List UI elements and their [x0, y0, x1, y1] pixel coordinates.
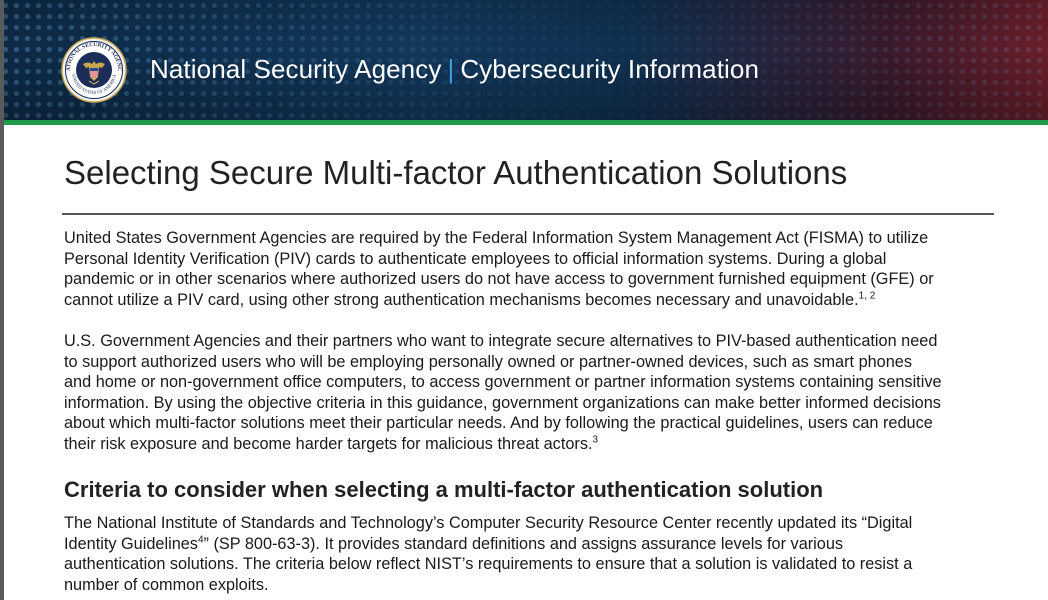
paragraph-nist: The National Institute of Standards and … — [64, 513, 999, 595]
banner-title: National Security Agency | Cybersecurity I… — [150, 54, 759, 85]
paragraph-text: ” (SP 800-63-3). It provides standard de… — [203, 534, 844, 553]
paragraph-intro: United States Government Agencies are re… — [64, 228, 999, 310]
footnote-ref: 1, 2 — [858, 290, 876, 302]
paragraph-line: about which multi-factor solutions meet … — [64, 414, 933, 433]
header-green-rule — [0, 120, 1048, 125]
title-separator: | — [447, 54, 455, 84]
paragraph-text: Identity Guidelines — [64, 534, 198, 553]
title-divider — [62, 213, 994, 215]
paragraph-line: and home or non-government office comput… — [64, 373, 942, 392]
page-title: Selecting Secure Multi-factor Authentica… — [64, 154, 848, 191]
footnote-ref: 3 — [592, 434, 599, 446]
paragraph-line: authentication solutions. The criteria b… — [64, 555, 913, 574]
agency-name: National Security Agency — [150, 54, 442, 84]
paragraph-line: The National Institute of Standards and … — [64, 514, 913, 532]
paragraph-line: United States Government Agencies are re… — [64, 229, 929, 247]
section-name: Cybersecurity Information — [460, 54, 760, 84]
paragraph-text: their risk exposure and become harder ta… — [64, 434, 593, 453]
paragraph-line: Identity Guidelines4” (SP 800-63-3). It … — [64, 534, 999, 555]
paragraph-line: to support authorized users who will be … — [64, 352, 912, 371]
paragraph-line: pandemic or in other scenarios where aut… — [64, 270, 934, 289]
nsa-seal-icon: NATIONAL SECURITY AGENCY UNITED STATES O… — [61, 37, 127, 103]
paragraph-line: information. By using the objective crit… — [64, 393, 941, 412]
paragraph-line: Personal Identity Verification (PIV) car… — [64, 249, 887, 268]
paragraph-text: cannot utilize a PIV card, using other s… — [64, 290, 859, 309]
paragraph-line: U.S. Government Agencies and their partn… — [64, 332, 938, 350]
paragraph-line: number of common exploits. — [64, 575, 269, 594]
paragraph-line: cannot utilize a PIV card, using other s… — [64, 290, 999, 311]
page-edge — [0, 0, 4, 600]
section-heading: Criteria to consider when selecting a mu… — [64, 477, 824, 502]
paragraph-line: their risk exposure and become harder ta… — [64, 434, 999, 455]
paragraph-partners: U.S. Government Agencies and their partn… — [64, 331, 999, 455]
